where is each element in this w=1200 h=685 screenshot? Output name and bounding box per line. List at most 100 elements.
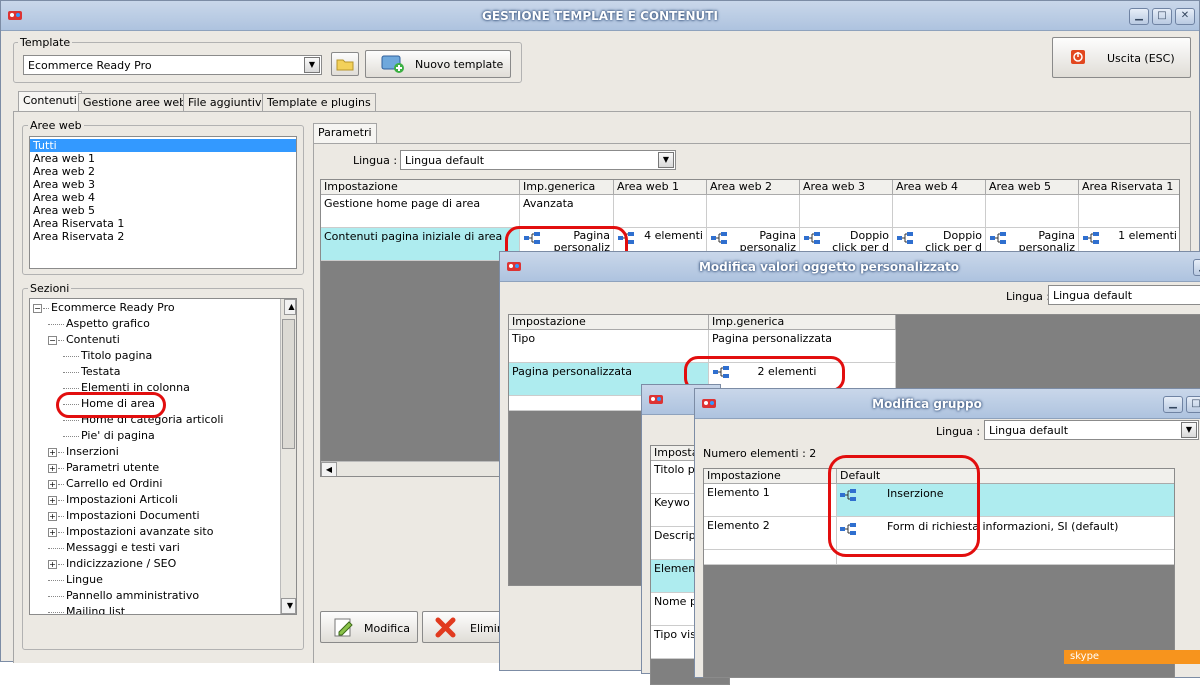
- grid-cell[interactable]: [1079, 195, 1179, 228]
- dialog3-row2-name[interactable]: Elemento 2: [704, 517, 837, 550]
- dialog3-minimize-button[interactable]: ▁: [1163, 396, 1183, 413]
- dialog3-lingua-select[interactable]: Lingua default ▼: [984, 420, 1199, 440]
- dialog1-lingua-select[interactable]: Lingua default: [1048, 285, 1200, 305]
- grid-header[interactable]: Area Riservata 1: [1079, 180, 1179, 195]
- chevron-down-icon[interactable]: ▼: [1181, 422, 1197, 438]
- expand-icon[interactable]: +: [48, 559, 57, 569]
- minimize-button[interactable]: ▁: [1129, 8, 1149, 25]
- expand-icon[interactable]: +: [48, 447, 57, 457]
- tab-template-plugins[interactable]: Template e plugins: [262, 93, 376, 112]
- tree-item[interactable]: Home di area: [33, 397, 155, 410]
- dialog3-row1-name[interactable]: Elemento 1: [704, 484, 837, 517]
- sezioni-tree[interactable]: − Ecommerce Ready Pro Aspetto grafico − Cont…: [29, 298, 297, 615]
- tree-item-label: Testata: [81, 365, 121, 378]
- modifica-button[interactable]: Modifica: [320, 611, 418, 643]
- grid-header[interactable]: Area web 4: [893, 180, 986, 195]
- chevron-down-icon[interactable]: ▼: [304, 57, 320, 73]
- tree-item-label: Ecommerce Ready Pro: [51, 301, 175, 314]
- maximize-button[interactable]: □: [1152, 8, 1172, 25]
- tree-item[interactable]: − Ecommerce Ready Pro: [33, 301, 175, 314]
- scroll-down-button[interactable]: ▼: [281, 598, 296, 614]
- tree-item[interactable]: + Impostazioni Documenti: [33, 509, 200, 522]
- tree-item[interactable]: + Impostazioni Articoli: [33, 493, 178, 506]
- list-item[interactable]: Area web 3: [30, 178, 296, 191]
- expand-icon[interactable]: +: [48, 479, 57, 489]
- row2-name[interactable]: Contenuti pagina iniziale di area: [321, 228, 520, 261]
- tree-item[interactable]: Pannello amministrativo: [33, 589, 199, 602]
- tree-item[interactable]: Lingue: [33, 573, 103, 586]
- aree-web-list[interactable]: Tutti Area web 1 Area web 2 Area web 3 A…: [29, 136, 297, 269]
- grid-cell[interactable]: [893, 195, 986, 228]
- expand-icon[interactable]: +: [48, 511, 57, 521]
- tree-item[interactable]: Aspetto grafico: [33, 317, 150, 330]
- list-item[interactable]: Area Riservata 2: [30, 230, 296, 243]
- tree-item-label: Impostazioni Documenti: [66, 509, 200, 522]
- tab-contenuti[interactable]: Contenuti: [18, 91, 82, 112]
- tree-item[interactable]: Titolo pagina: [33, 349, 152, 362]
- tab-parametri[interactable]: Parametri: [313, 123, 377, 144]
- dialog3-row1-value[interactable]: Inserzione: [837, 484, 1174, 517]
- dialog3-row2-value[interactable]: Form di richiesta informazioni, SI (defa…: [837, 517, 1174, 550]
- grid-header[interactable]: Area web 2: [707, 180, 800, 195]
- grid-cell[interactable]: [986, 195, 1079, 228]
- grid-cell[interactable]: [707, 195, 800, 228]
- dialog3-maximize-button[interactable]: □: [1186, 396, 1200, 413]
- dialog3-count-label: Numero elementi : 2: [703, 447, 817, 460]
- tree-item[interactable]: + Impostazioni avanzate sito: [33, 525, 213, 538]
- exit-button[interactable]: Uscita (ESC): [1052, 37, 1191, 78]
- delete-icon: [435, 617, 456, 638]
- list-item[interactable]: Area web 1: [30, 152, 296, 165]
- dialog1-row2-value-text: 2 elementi: [757, 365, 817, 378]
- grid-header[interactable]: Area web 5: [986, 180, 1079, 195]
- grid-header[interactable]: Impostazione: [321, 180, 520, 195]
- tree-item[interactable]: Pie' di pagina: [33, 429, 155, 442]
- dialog1-row1-name[interactable]: Tipo: [509, 330, 709, 363]
- grid-header[interactable]: Area web 1: [614, 180, 707, 195]
- list-item[interactable]: Area web 4: [30, 191, 296, 204]
- row1-generic[interactable]: Avanzata: [520, 195, 614, 228]
- expand-icon[interactable]: +: [48, 495, 57, 505]
- tree-item[interactable]: + Parametri utente: [33, 461, 159, 474]
- tree-item[interactable]: Elementi in colonna: [33, 381, 190, 394]
- row1-name[interactable]: Gestione home page di area: [321, 195, 520, 228]
- tree-item[interactable]: + Inserzioni: [33, 445, 119, 458]
- new-template-button[interactable]: Nuovo template: [365, 50, 511, 78]
- list-item[interactable]: Area web 2: [30, 165, 296, 178]
- dialog1-lingua-label: Lingua :: [1006, 290, 1051, 303]
- scroll-thumb[interactable]: [282, 319, 295, 449]
- tree-item[interactable]: − Contenuti: [33, 333, 120, 346]
- dialog1-minimize-button[interactable]: ▁: [1193, 259, 1200, 276]
- template-select[interactable]: Ecommerce Ready Pro ▼: [23, 55, 322, 75]
- tab-file-aggiuntivi[interactable]: File aggiuntivi: [183, 93, 270, 112]
- tree-item-label: Contenuti: [66, 333, 120, 346]
- tree-item[interactable]: Messaggi e testi vari: [33, 541, 180, 554]
- dialog1-row1-value[interactable]: Pagina personalizzata: [709, 330, 896, 363]
- grid-header[interactable]: Area web 3: [800, 180, 893, 195]
- tree-item[interactable]: + Indicizzazione / SEO: [33, 557, 176, 570]
- tree-item[interactable]: Testata: [33, 365, 120, 378]
- dialog3-row1-value-text: Inserzione: [887, 487, 944, 500]
- expand-icon[interactable]: +: [48, 527, 57, 537]
- list-item[interactable]: Area web 5: [30, 204, 296, 217]
- tree-scrollbar[interactable]: ▲ ▼: [280, 299, 296, 614]
- dialog3-grid[interactable]: Impostazione Default Elemento 1 Inserzio…: [703, 468, 1175, 678]
- grid-cell[interactable]: [614, 195, 707, 228]
- expand-icon[interactable]: +: [48, 463, 57, 473]
- grid-cell[interactable]: [800, 195, 893, 228]
- grid-hscrollbar[interactable]: ◀: [321, 461, 521, 476]
- tab-gestione-aree-web[interactable]: Gestione aree web: [78, 93, 192, 112]
- lingua-select[interactable]: Lingua default ▼: [400, 150, 676, 170]
- chevron-down-icon[interactable]: ▼: [658, 152, 674, 168]
- scroll-left-button[interactable]: ◀: [321, 462, 337, 476]
- collapse-icon[interactable]: −: [33, 303, 42, 313]
- list-item[interactable]: Tutti: [30, 139, 296, 152]
- collapse-icon[interactable]: −: [48, 335, 57, 345]
- open-folder-button[interactable]: [331, 52, 359, 76]
- list-item[interactable]: Area Riservata 1: [30, 217, 296, 230]
- scroll-up-button[interactable]: ▲: [284, 299, 296, 315]
- tree-item[interactable]: Home di categoria articoli: [33, 413, 223, 426]
- close-button[interactable]: ✕: [1175, 8, 1195, 25]
- tree-item[interactable]: Mailing list: [33, 605, 125, 614]
- grid-header[interactable]: Imp.generica: [520, 180, 614, 195]
- tree-item[interactable]: + Carrello ed Ordini: [33, 477, 162, 490]
